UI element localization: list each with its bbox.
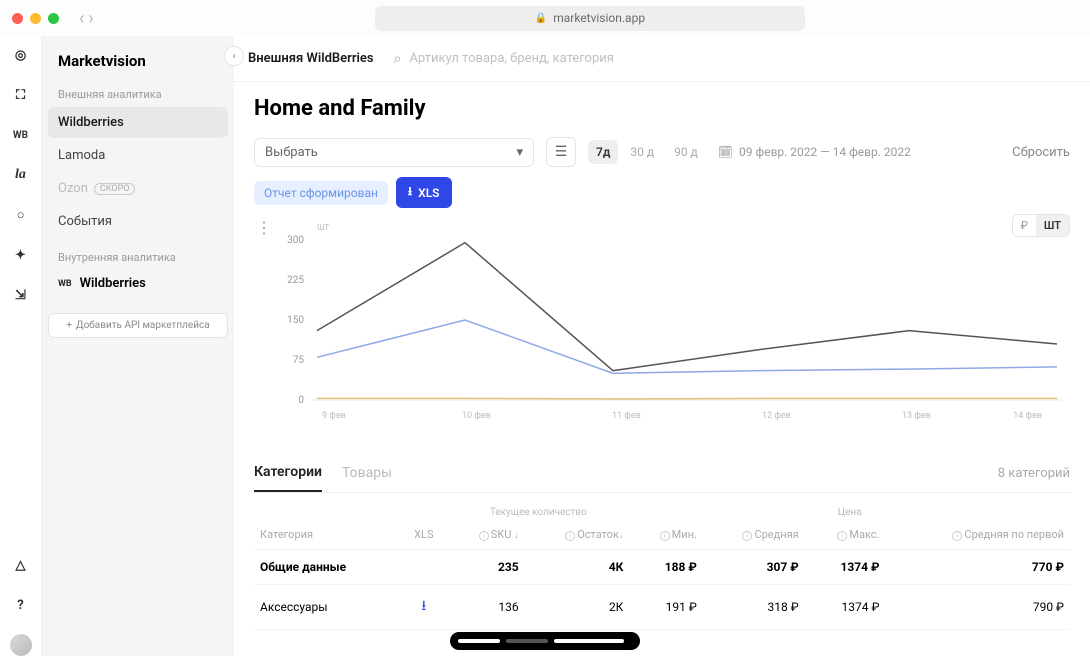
period-group: 7д 30 д 90 д bbox=[588, 140, 706, 164]
col-min[interactable]: iМин. bbox=[629, 520, 702, 550]
sidebar-collapse-button[interactable]: ‹ bbox=[224, 46, 244, 66]
filter-row: Выбрать ▾ ☰ 7д 30 д 90 д 🗓 09 февр. 2022… bbox=[254, 137, 1070, 167]
filter-settings-button[interactable]: ☰ bbox=[546, 137, 576, 167]
sidebar-item-ozon[interactable]: OzonСКОРО bbox=[48, 173, 228, 204]
target-icon[interactable]: ◎ bbox=[10, 44, 32, 66]
table-row: Общие данные 235 4К 188 ₽ 307 ₽ 1374 ₽ 7… bbox=[254, 550, 1070, 585]
search-input[interactable] bbox=[409, 51, 1076, 66]
brand-title: Marketvision bbox=[48, 46, 228, 84]
minimize-window[interactable] bbox=[30, 13, 41, 24]
col-avg[interactable]: iСредняя bbox=[703, 520, 805, 550]
svg-text:13 фев: 13 фев bbox=[902, 411, 931, 421]
chart-menu-icon[interactable]: ⋮ bbox=[256, 218, 270, 237]
back-icon[interactable]: ‹ bbox=[79, 8, 84, 29]
svg-text:0: 0 bbox=[298, 395, 304, 406]
browser-nav: ‹ › bbox=[79, 8, 94, 29]
section-external-label: Внешняя аналитика bbox=[48, 84, 228, 105]
sidebar-item-wildberries[interactable]: Wildberries bbox=[48, 107, 228, 138]
group-qty-header: Текущее количество bbox=[447, 499, 629, 520]
sidebar-internal-wildberries[interactable]: WB Wildberries bbox=[48, 268, 228, 299]
period-90d[interactable]: 90 д bbox=[666, 140, 706, 164]
date-range-picker[interactable]: 🗓 09 февр. 2022 — 14 февр. 2022 bbox=[718, 145, 911, 159]
svg-text:225: 225 bbox=[287, 275, 304, 286]
svg-text:300: 300 bbox=[287, 235, 304, 246]
col-max[interactable]: iМакс. bbox=[805, 520, 886, 550]
sidebar-item-events[interactable]: События bbox=[48, 206, 228, 237]
period-30d[interactable]: 30 д bbox=[622, 140, 662, 164]
page-title: Home and Family bbox=[254, 96, 1070, 121]
collapse-icon[interactable]: ⇲ bbox=[10, 284, 32, 306]
topbar: Внешняя WildBerries ⌕ bbox=[234, 36, 1090, 82]
svg-text:14 фев: 14 фев bbox=[1013, 411, 1042, 421]
data-table: Текущее количество Цена Категория XLS iS… bbox=[254, 499, 1070, 630]
sidebar: ‹ Marketvision Внешняя аналитика Wildber… bbox=[42, 36, 234, 656]
plus-icon: + bbox=[66, 320, 72, 331]
col-avg-first[interactable]: iСредняя по первой bbox=[885, 520, 1070, 550]
period-7d[interactable]: 7д bbox=[588, 140, 618, 164]
url-text: marketvision.app bbox=[553, 11, 645, 25]
col-sku[interactable]: iSKU ↓ bbox=[447, 520, 524, 550]
svg-text:12 фев: 12 фев bbox=[762, 411, 791, 421]
expand-icon[interactable]: ⛶ bbox=[10, 84, 32, 106]
unit-pieces[interactable]: ШТ bbox=[1036, 215, 1069, 236]
sidebar-item-lamoda[interactable]: Lamoda bbox=[48, 140, 228, 171]
report-status-badge: Отчет сформирован bbox=[254, 181, 388, 205]
breadcrumb: Внешняя WildBerries bbox=[248, 51, 374, 66]
tab-categories[interactable]: Категории bbox=[254, 454, 322, 492]
home-indicator bbox=[450, 632, 640, 650]
tabs-row: Категории Товары 8 категорий bbox=[254, 454, 1070, 493]
calendar-icon: 🗓 bbox=[718, 145, 733, 159]
url-bar[interactable]: 🔒 marketvision.app bbox=[375, 6, 805, 31]
lock-icon: 🔒 bbox=[535, 13, 547, 24]
crosshair-icon[interactable]: ✦ bbox=[10, 244, 32, 266]
main-area: Внешняя WildBerries ⌕ Home and Family Вы… bbox=[234, 36, 1090, 656]
download-row-icon[interactable]: ⭳ bbox=[421, 598, 426, 614]
section-internal-label: Внутренняя аналитика bbox=[48, 247, 228, 268]
svg-text:150: 150 bbox=[287, 315, 304, 326]
svg-text:75: 75 bbox=[293, 355, 305, 366]
tab-products[interactable]: Товары bbox=[342, 455, 392, 491]
icon-rail: ◎ ⛶ WB la ○ ✦ ⇲ △ ? bbox=[0, 36, 42, 656]
wb-icon[interactable]: WB bbox=[10, 124, 32, 146]
category-count: 8 категорий bbox=[998, 466, 1070, 481]
col-stock[interactable]: iОстаток↓ bbox=[525, 520, 630, 550]
wb-prefix: WB bbox=[58, 279, 72, 289]
maximize-window[interactable] bbox=[48, 13, 59, 24]
svg-text:11 фев: 11 фев bbox=[612, 411, 641, 421]
download-icon: ⭳ bbox=[408, 182, 412, 203]
chevron-down-icon: ▾ bbox=[516, 145, 523, 160]
search-icon: ⌕ bbox=[394, 51, 402, 67]
soon-badge: СКОРО bbox=[94, 183, 136, 195]
ozon-icon[interactable]: ○ bbox=[10, 204, 32, 226]
chart-area: ⋮ ₽ ШТ ШТ 300 225 150 75 0 bbox=[254, 218, 1070, 442]
col-xls: XLS bbox=[400, 520, 447, 550]
group-price-header: Цена bbox=[629, 499, 1070, 520]
window-controls bbox=[12, 13, 59, 24]
add-api-button[interactable]: +Добавить API маркетплейса bbox=[48, 313, 228, 338]
search-wrap: ⌕ bbox=[394, 51, 1076, 67]
line-chart: ШТ 300 225 150 75 0 9 фев 10 фев bbox=[254, 218, 1070, 438]
download-xls-button[interactable]: ⭳ XLS bbox=[396, 177, 452, 208]
unit-ruble[interactable]: ₽ bbox=[1013, 215, 1036, 236]
lamoda-icon[interactable]: la bbox=[10, 164, 32, 186]
col-category[interactable]: Категория bbox=[254, 520, 400, 550]
close-window[interactable] bbox=[12, 13, 23, 24]
forward-icon[interactable]: › bbox=[88, 8, 93, 29]
report-row: Отчет сформирован ⭳ XLS bbox=[254, 177, 1070, 208]
reset-button[interactable]: Сбросить bbox=[1012, 145, 1070, 160]
browser-chrome: ‹ › 🔒 marketvision.app bbox=[0, 0, 1090, 36]
category-select[interactable]: Выбрать ▾ bbox=[254, 138, 534, 167]
avatar[interactable] bbox=[10, 634, 32, 656]
table-row[interactable]: Аксессуары ⭳ 136 2К 191 ₽ 318 ₽ 1374 ₽ 7… bbox=[254, 585, 1070, 630]
svg-text:10 фев: 10 фев bbox=[462, 411, 491, 421]
svg-text:9 фев: 9 фев bbox=[322, 411, 346, 421]
unit-toggle: ₽ ШТ bbox=[1012, 214, 1070, 237]
bell-icon[interactable]: △ bbox=[10, 554, 32, 576]
chart-ylabel: ШТ bbox=[317, 223, 329, 232]
help-icon[interactable]: ? bbox=[10, 594, 32, 616]
